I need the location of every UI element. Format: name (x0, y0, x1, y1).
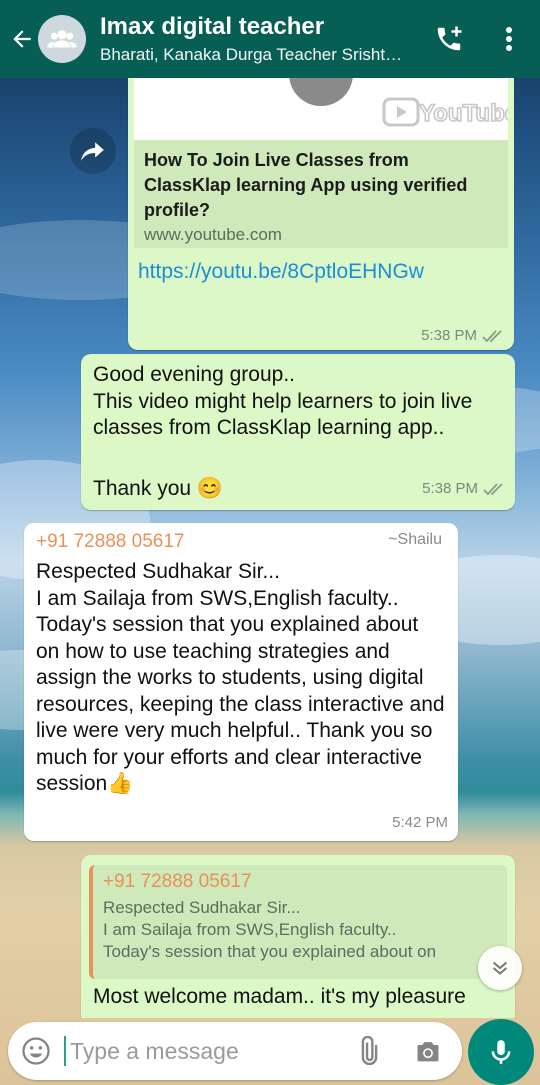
forward-button[interactable] (70, 128, 116, 174)
link-preview-info[interactable]: How To Join Live Classes from ClassKlap … (134, 140, 508, 248)
scroll-down-button[interactable] (478, 946, 522, 990)
camera-button[interactable] (408, 1032, 448, 1072)
double-check-icon (482, 329, 502, 342)
forward-icon (81, 142, 104, 161)
camera-icon (417, 1042, 439, 1062)
quoted-text-line: Respected Sudhakar Sir... (103, 898, 301, 917)
chat-participants: Bharati, Kanaka Durga Teacher Srisht… (100, 45, 403, 64)
scroll-down-icon (492, 961, 508, 975)
quoted-message[interactable]: +91 72888 05617 Respected Sudhakar Sir..… (89, 865, 507, 979)
chat-title-block[interactable]: Imax digital teacher Bharati, Kanaka Dur… (100, 13, 420, 65)
sender-name: ~Shailu (388, 531, 442, 548)
attach-button[interactable] (348, 1032, 388, 1072)
time-label: 5:42 PM (392, 814, 448, 831)
back-arrow-icon (13, 30, 31, 48)
message-link[interactable]: https://youtu.be/8CptloEHNGw (138, 260, 424, 284)
quoted-text-line: I am Sailaja from SWS,English faculty.. (103, 920, 397, 939)
double-check-icon (483, 483, 503, 496)
more-options-button[interactable] (494, 20, 524, 58)
add-call-icon (437, 26, 462, 51)
chat-header: Imax digital teacher Bharati, Kanaka Dur… (0, 0, 540, 78)
message-text-line: Good evening group.. (93, 363, 295, 386)
sender-phone[interactable]: +91 72888 05617 (36, 531, 446, 553)
link-preview-title: How To Join Live Classes from ClassKlap … (144, 150, 468, 220)
message-text-line: This video might help learners to join l… (93, 389, 473, 440)
svg-text:YouTube: YouTube (419, 100, 508, 127)
message-text: Respected Sudhakar Sir... I am Sailaja f… (36, 560, 445, 795)
message-time: 5:38 PM (421, 327, 504, 344)
message-composer (8, 1022, 462, 1080)
emoji-button[interactable] (8, 1022, 64, 1080)
reply-message-bubble[interactable]: +91 72888 05617 Respected Sudhakar Sir..… (81, 855, 515, 1018)
chat-title: Imax digital teacher (100, 13, 325, 40)
add-call-button[interactable] (430, 20, 468, 58)
time-label: 5:38 PM (421, 327, 477, 344)
play-circle-icon (289, 78, 353, 106)
attach-icon (361, 1036, 378, 1066)
emoji-icon (22, 1037, 50, 1065)
chat-area[interactable]: YouTube How To Join Live Classes from Cl… (0, 78, 540, 1018)
incoming-message-bubble[interactable]: +91 72888 05617 ~Shailu Respected Sudhak… (24, 523, 458, 841)
avatar[interactable] (38, 15, 86, 63)
greeting-message-bubble[interactable]: Good evening group.. This video might he… (81, 354, 515, 510)
message-time: 5:42 PM (392, 814, 448, 831)
message-text: Most welcome madam.. it's my pleasure (93, 985, 466, 1008)
mic-icon (491, 1040, 511, 1064)
link-message-bubble[interactable]: YouTube How To Join Live Classes from Cl… (128, 78, 514, 350)
quoted-sender: +91 72888 05617 (103, 871, 252, 892)
message-input[interactable] (64, 1036, 334, 1066)
more-vert-icon (506, 27, 512, 51)
group-avatar-icon (47, 30, 77, 48)
back-button[interactable] (2, 0, 42, 78)
mic-button[interactable] (468, 1019, 534, 1085)
link-preview-domain: www.youtube.com (144, 225, 282, 244)
message-time: 5:38 PM (422, 476, 505, 503)
time-label: 5:38 PM (422, 479, 478, 497)
youtube-logo: YouTube (382, 97, 508, 128)
quoted-text-line: Today's session that you explained about… (103, 942, 437, 961)
